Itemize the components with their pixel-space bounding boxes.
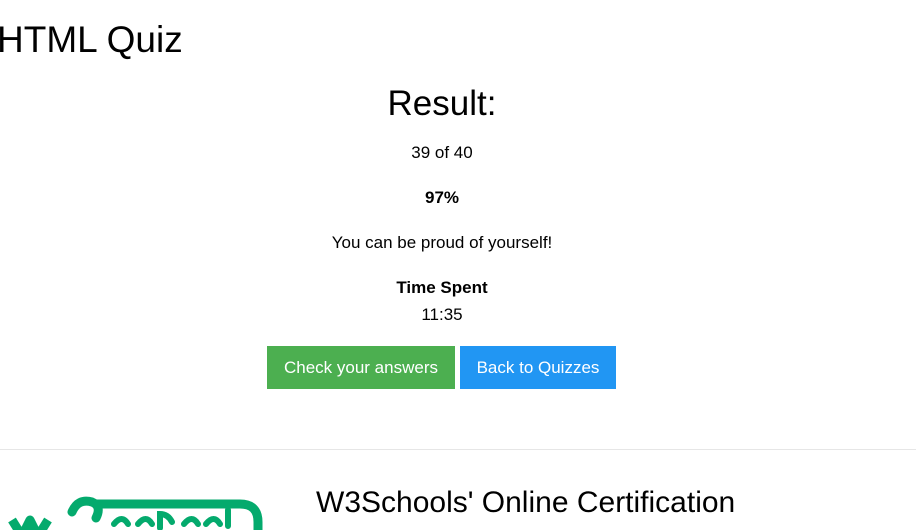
result-heading: Result: [387,84,497,123]
w3schools-logo [0,490,270,530]
section-divider [0,449,916,450]
percent-text: 97% [424,188,460,207]
result-message: You can be proud of yourself! [331,233,553,252]
page-title: HTML Quiz [0,19,183,60]
certification-title: W3Schools' Online Certification [316,486,736,519]
time-spent-label: Time Spent [396,278,488,297]
check-answers-button[interactable]: Check your answers [267,346,455,389]
time-spent-value: 11:35 [421,305,463,324]
w3schools-logo-graphic [8,496,263,530]
back-to-quizzes-button[interactable]: Back to Quizzes [460,346,616,389]
score-text: 39 of 40 [411,143,473,162]
